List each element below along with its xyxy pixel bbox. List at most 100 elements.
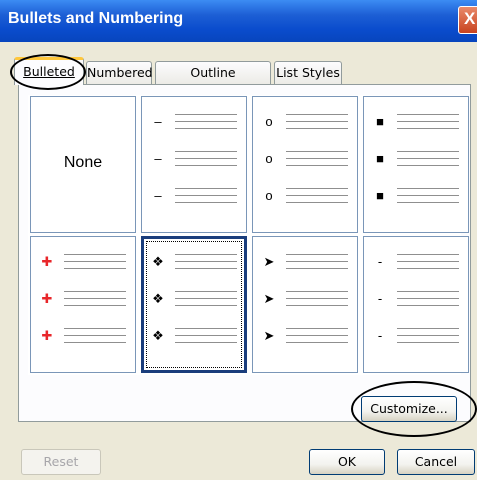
preview-line — [175, 261, 237, 262]
preview-line — [175, 128, 237, 129]
preview-line — [175, 195, 237, 196]
preview-line — [397, 202, 459, 203]
preview-line — [64, 305, 126, 306]
colorful-cross-bullet-icon: ✚ — [41, 254, 53, 269]
preview-line — [397, 328, 459, 329]
preview-line — [175, 121, 237, 122]
preview-line — [64, 261, 126, 262]
dash-bullet-icon: – — [154, 188, 162, 203]
preview-line — [175, 254, 237, 255]
preview-line — [397, 151, 459, 152]
bullet-option-square[interactable]: ■ ■ ■ — [363, 96, 469, 233]
tab-list-styles-label: List Styles — [276, 65, 340, 80]
tab-outline-numbered[interactable]: Outline Numbered — [155, 61, 271, 101]
preview-line — [397, 165, 459, 166]
tab-list-styles[interactable]: List Styles — [274, 61, 342, 84]
colorful-cross-bullet-icon: ✚ — [41, 291, 53, 306]
preview-line — [397, 305, 459, 306]
preview-line — [175, 298, 237, 299]
preview-line — [286, 114, 348, 115]
preview-line — [175, 114, 237, 115]
small-dash-bullet-icon: - — [377, 328, 383, 343]
preview-line — [286, 188, 348, 189]
preview-line — [64, 342, 126, 343]
ok-button-label: OK — [337, 454, 357, 469]
cancel-button[interactable]: Cancel — [397, 449, 475, 475]
preview-line — [286, 298, 348, 299]
bullet-option-colorful-cross[interactable]: ✚ ✚ ✚ — [30, 236, 136, 373]
none-label: None — [63, 154, 103, 171]
bullet-option-four-diamond[interactable]: ❖ ❖ ❖ — [141, 236, 247, 373]
preview-line — [286, 254, 348, 255]
bullet-option-dash[interactable]: – – – — [141, 96, 247, 233]
preview-line — [397, 342, 459, 343]
tab-highlight-oval — [10, 54, 86, 90]
preview-line — [64, 268, 126, 269]
preview-line — [175, 335, 237, 336]
preview-line — [175, 202, 237, 203]
arrowhead-bullet-icon: ➤ — [263, 328, 275, 343]
preview-line — [286, 151, 348, 152]
square-bullet-icon: ■ — [376, 188, 384, 203]
preview-line — [64, 335, 126, 336]
customize-highlight-oval — [351, 381, 477, 437]
small-dash-bullet-icon: - — [377, 254, 383, 269]
four-diamond-bullet-icon: ❖ — [152, 254, 164, 269]
preview-line — [286, 202, 348, 203]
preview-line — [397, 158, 459, 159]
preview-line — [175, 305, 237, 306]
reset-button-label: Reset — [43, 454, 79, 469]
square-bullet-icon: ■ — [376, 151, 384, 166]
preview-line — [175, 291, 237, 292]
colorful-cross-bullet-icon: ✚ — [41, 328, 53, 343]
bullet-option-arrowhead[interactable]: ➤ ➤ ➤ — [252, 236, 358, 373]
bullet-option-small-dash[interactable]: - - - — [363, 236, 469, 373]
four-diamond-bullet-icon: ❖ — [152, 291, 164, 306]
four-diamond-bullet-icon: ❖ — [152, 328, 164, 343]
preview-line — [175, 268, 237, 269]
preview-line — [286, 268, 348, 269]
preview-line — [397, 291, 459, 292]
tab-numbered[interactable]: Numbered — [86, 61, 153, 84]
preview-line — [175, 342, 237, 343]
preview-line — [64, 298, 126, 299]
ok-button[interactable]: OK — [309, 449, 385, 475]
preview-line — [286, 121, 348, 122]
preview-line — [397, 128, 459, 129]
preview-line — [175, 158, 237, 159]
small-dash-bullet-icon: - — [377, 291, 383, 306]
preview-line — [286, 128, 348, 129]
bullet-option-hollow-circle[interactable]: o o o — [252, 96, 358, 233]
preview-line — [397, 114, 459, 115]
preview-line — [286, 261, 348, 262]
preview-line — [397, 195, 459, 196]
arrowhead-bullet-icon: ➤ — [263, 254, 275, 269]
bullet-option-none[interactable]: None — [30, 96, 136, 233]
arrowhead-bullet-icon: ➤ — [263, 291, 275, 306]
preview-line — [175, 188, 237, 189]
preview-line — [286, 158, 348, 159]
reset-button[interactable]: Reset — [21, 449, 101, 475]
title-bar: Bullets and Numbering X — [0, 0, 477, 42]
preview-line — [175, 328, 237, 329]
square-bullet-icon: ■ — [376, 114, 384, 129]
preview-line — [397, 254, 459, 255]
window-title: Bullets and Numbering — [8, 10, 184, 27]
preview-line — [397, 188, 459, 189]
dash-bullet-icon: – — [154, 151, 162, 166]
preview-line — [64, 291, 126, 292]
preview-line — [286, 165, 348, 166]
preview-line — [397, 298, 459, 299]
preview-line — [397, 261, 459, 262]
hollow-circle-bullet-icon: o — [265, 114, 273, 129]
preview-line — [286, 291, 348, 292]
preview-line — [397, 268, 459, 269]
preview-line — [397, 335, 459, 336]
preview-line — [286, 342, 348, 343]
hollow-circle-bullet-icon: o — [265, 188, 273, 203]
preview-line — [286, 305, 348, 306]
preview-line — [286, 328, 348, 329]
cancel-button-label: Cancel — [414, 454, 458, 469]
close-button[interactable]: X — [458, 6, 477, 34]
preview-line — [64, 254, 126, 255]
